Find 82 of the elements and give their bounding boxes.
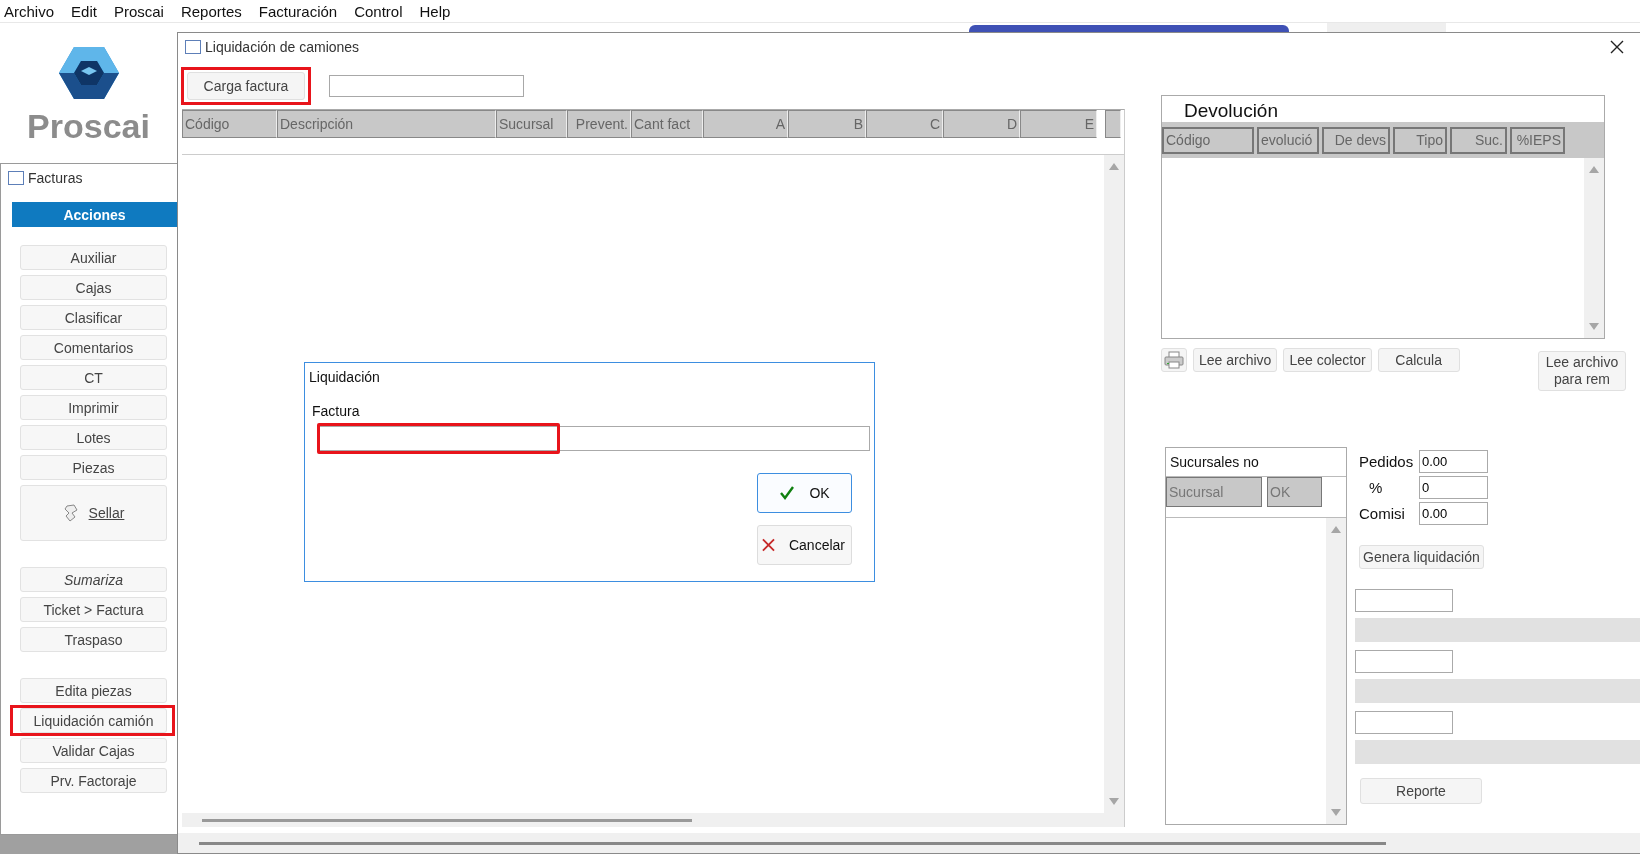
menu-item[interactable]: Archivo: [0, 2, 62, 20]
column-header[interactable]: Código: [1162, 126, 1254, 154]
ok-button[interactable]: OK: [757, 473, 852, 513]
vertical-scrollbar[interactable]: [1326, 518, 1346, 824]
input-field[interactable]: [329, 75, 524, 97]
action-button[interactable]: Cajas: [20, 275, 167, 300]
horizontal-scrollbar[interactable]: [199, 841, 1386, 845]
logo-text: Proscai: [27, 107, 150, 145]
field-label: Comisi: [1358, 505, 1406, 522]
action-button[interactable]: Liquidación camión: [20, 708, 167, 733]
field-label: %: [1368, 479, 1384, 496]
close-icon: [762, 538, 775, 552]
menu-item[interactable]: Help: [415, 2, 458, 20]
column-header[interactable]: evolució: [1257, 126, 1319, 154]
column-header[interactable]: Código: [182, 110, 277, 138]
action-button[interactable]: Clasificar: [20, 305, 167, 330]
menu-item[interactable]: Edit: [67, 2, 104, 20]
action-button[interactable]: Piezas: [20, 455, 167, 480]
panel-title: Devolución: [1183, 99, 1279, 122]
column-header[interactable]: [1105, 110, 1121, 138]
logo-icon: [58, 45, 119, 101]
column-header[interactable]: Descripción: [277, 110, 496, 138]
scroll-up-icon: [1331, 526, 1341, 533]
menu-item[interactable]: Reportes: [176, 2, 249, 20]
input-field[interactable]: [1355, 711, 1453, 734]
dialog-title: Liquidación: [309, 369, 381, 387]
column-header[interactable]: Sucursal: [496, 110, 567, 138]
action-button[interactable]: Lee archivo: [1193, 348, 1278, 372]
print-button[interactable]: [1161, 348, 1187, 372]
action-button[interactable]: Imprimir: [20, 395, 167, 420]
horizontal-scrollbar[interactable]: [202, 818, 692, 822]
action-button[interactable]: Edita piezas: [20, 678, 167, 703]
column-header[interactable]: C: [866, 110, 943, 138]
input-field[interactable]: 0.00: [1419, 502, 1488, 525]
vertical-scrollbar[interactable]: [1104, 155, 1124, 813]
input-field[interactable]: 0.00: [1419, 450, 1488, 473]
action-button[interactable]: Sumariza: [20, 567, 167, 592]
invoice-field[interactable]: [317, 426, 870, 451]
generate-button[interactable]: Genera liquidación: [1359, 545, 1484, 569]
input-field[interactable]: 0: [1419, 476, 1488, 499]
column-header[interactable]: %IEPS: [1510, 126, 1565, 154]
panel-title: Facturas: [28, 170, 83, 186]
field-label: Pedidos: [1358, 453, 1415, 470]
action-button[interactable]: Comentarios: [20, 335, 167, 360]
input-field[interactable]: [1355, 650, 1453, 673]
window-icon: [185, 40, 201, 54]
column-header[interactable]: Suc.: [1450, 126, 1507, 154]
action-button[interactable]: Sellar: [20, 485, 167, 541]
action-button[interactable]: Lotes: [20, 425, 167, 450]
action-button[interactable]: Auxiliar: [20, 245, 167, 270]
vertical-scrollbar[interactable]: [1584, 158, 1604, 338]
window-icon: [8, 171, 24, 185]
scroll-down-icon: [1331, 809, 1341, 816]
cancel-button[interactable]: Cancelar: [757, 525, 852, 565]
close-icon: [1610, 40, 1624, 54]
action-button[interactable]: Calcula: [1377, 348, 1460, 372]
printer-icon: [1164, 351, 1184, 369]
action-button[interactable]: Traspaso: [20, 627, 167, 652]
load-invoice-button[interactable]: Carga factura: [187, 72, 305, 100]
action-button[interactable]: Ticket > Factura: [20, 597, 167, 622]
menu-item[interactable]: Proscai: [109, 2, 171, 20]
action-button[interactable]: Validar Cajas: [20, 738, 167, 763]
report-button[interactable]: Reporte: [1360, 778, 1482, 804]
check-icon: [779, 485, 796, 501]
action-button[interactable]: CT: [20, 365, 167, 390]
action-button[interactable]: Lee colector: [1283, 348, 1372, 372]
section-header: Acciones: [12, 202, 177, 227]
scroll-up-icon: [1109, 163, 1119, 170]
input-field[interactable]: [1355, 589, 1453, 612]
column-header[interactable]: De devs: [1322, 126, 1390, 154]
column-header[interactable]: Cant fact: [631, 110, 703, 138]
column-header[interactable]: D: [943, 110, 1020, 138]
stamp-icon: [62, 504, 79, 522]
window-title: Liquidación de camiones: [205, 39, 361, 55]
menu-item[interactable]: Control: [350, 2, 410, 20]
scroll-down-icon: [1589, 323, 1599, 330]
scroll-down-icon: [1109, 798, 1119, 805]
action-button[interactable]: Prv. Factoraje: [20, 768, 167, 793]
action-button[interactable]: Lee archivo para rem: [1538, 351, 1626, 391]
field-label: Factura: [311, 403, 361, 419]
scroll-up-icon: [1589, 166, 1599, 173]
menu-item[interactable]: Facturación: [254, 2, 345, 20]
